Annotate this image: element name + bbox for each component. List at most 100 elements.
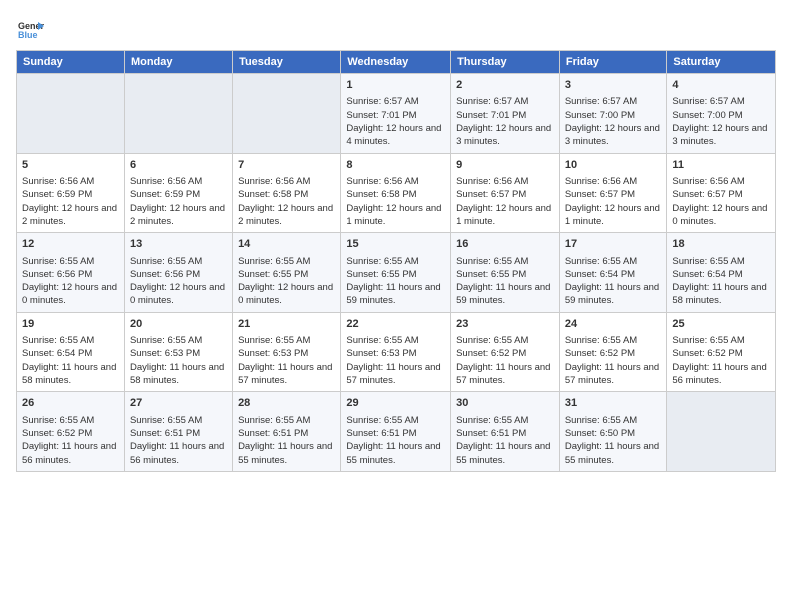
sunset-text: Sunset: 6:54 PM	[22, 347, 119, 360]
daylight-text: Daylight: 11 hours and 59 minutes.	[346, 281, 445, 308]
calendar-cell: 31Sunrise: 6:55 AMSunset: 6:50 PMDayligh…	[559, 392, 667, 472]
sunset-text: Sunset: 7:00 PM	[672, 109, 770, 122]
sunset-text: Sunset: 6:55 PM	[346, 268, 445, 281]
calendar-cell	[124, 74, 232, 154]
calendar-cell: 15Sunrise: 6:55 AMSunset: 6:55 PMDayligh…	[341, 233, 451, 313]
calendar-cell: 26Sunrise: 6:55 AMSunset: 6:52 PMDayligh…	[17, 392, 125, 472]
daylight-text: Daylight: 11 hours and 56 minutes.	[22, 440, 119, 467]
calendar-week-row: 1Sunrise: 6:57 AMSunset: 7:01 PMDaylight…	[17, 74, 776, 154]
sunrise-text: Sunrise: 6:55 AM	[565, 334, 662, 347]
calendar-cell: 20Sunrise: 6:55 AMSunset: 6:53 PMDayligh…	[124, 312, 232, 392]
calendar-cell	[667, 392, 776, 472]
sunset-text: Sunset: 6:54 PM	[565, 268, 662, 281]
daylight-text: Daylight: 11 hours and 58 minutes.	[672, 281, 770, 308]
sunset-text: Sunset: 6:57 PM	[456, 188, 554, 201]
daylight-text: Daylight: 11 hours and 56 minutes.	[130, 440, 227, 467]
calendar-cell: 28Sunrise: 6:55 AMSunset: 6:51 PMDayligh…	[233, 392, 341, 472]
column-header-sunday: Sunday	[17, 51, 125, 74]
sunset-text: Sunset: 6:59 PM	[130, 188, 227, 201]
sunset-text: Sunset: 6:55 PM	[456, 268, 554, 281]
daylight-text: Daylight: 12 hours and 0 minutes.	[672, 202, 770, 229]
daylight-text: Daylight: 12 hours and 3 minutes.	[565, 122, 662, 149]
sunrise-text: Sunrise: 6:55 AM	[238, 414, 335, 427]
daylight-text: Daylight: 11 hours and 55 minutes.	[238, 440, 335, 467]
calendar-cell: 14Sunrise: 6:55 AMSunset: 6:55 PMDayligh…	[233, 233, 341, 313]
calendar-table: SundayMondayTuesdayWednesdayThursdayFrid…	[16, 50, 776, 472]
sunset-text: Sunset: 7:01 PM	[346, 109, 445, 122]
daylight-text: Daylight: 11 hours and 56 minutes.	[672, 361, 770, 388]
sunrise-text: Sunrise: 6:55 AM	[672, 334, 770, 347]
sunrise-text: Sunrise: 6:55 AM	[22, 414, 119, 427]
day-number: 21	[238, 317, 335, 332]
sunrise-text: Sunrise: 6:56 AM	[130, 175, 227, 188]
day-number: 20	[130, 317, 227, 332]
daylight-text: Daylight: 11 hours and 58 minutes.	[22, 361, 119, 388]
sunset-text: Sunset: 6:52 PM	[672, 347, 770, 360]
calendar-cell: 12Sunrise: 6:55 AMSunset: 6:56 PMDayligh…	[17, 233, 125, 313]
daylight-text: Daylight: 11 hours and 55 minutes.	[565, 440, 662, 467]
daylight-text: Daylight: 12 hours and 2 minutes.	[130, 202, 227, 229]
daylight-text: Daylight: 11 hours and 59 minutes.	[456, 281, 554, 308]
calendar-cell: 8Sunrise: 6:56 AMSunset: 6:58 PMDaylight…	[341, 153, 451, 233]
sunset-text: Sunset: 6:53 PM	[130, 347, 227, 360]
calendar-cell: 18 Sunrise: 6:55 AMSunset: 6:54 PMDayligh…	[667, 233, 776, 313]
sunset-text: Sunset: 7:01 PM	[456, 109, 554, 122]
calendar-cell: 21Sunrise: 6:55 AMSunset: 6:53 PMDayligh…	[233, 312, 341, 392]
daylight-text: Daylight: 11 hours and 57 minutes.	[456, 361, 554, 388]
daylight-text: Daylight: 12 hours and 0 minutes.	[22, 281, 119, 308]
calendar-cell: 17Sunrise: 6:55 AMSunset: 6:54 PMDayligh…	[559, 233, 667, 313]
daylight-text: Daylight: 12 hours and 0 minutes.	[238, 281, 335, 308]
daylight-text: Daylight: 12 hours and 0 minutes.	[130, 281, 227, 308]
daylight-text: Daylight: 11 hours and 59 minutes.	[565, 281, 662, 308]
sunrise-text: Sunrise: 6:56 AM	[238, 175, 335, 188]
daylight-text: Daylight: 12 hours and 2 minutes.	[22, 202, 119, 229]
calendar-cell: 19Sunrise: 6:55 AMSunset: 6:54 PMDayligh…	[17, 312, 125, 392]
sunrise-text: Sunrise: 6:55 AM	[672, 255, 770, 268]
day-number: 24	[565, 317, 662, 332]
day-number: 17	[565, 237, 662, 252]
calendar-header-row: SundayMondayTuesdayWednesdayThursdayFrid…	[17, 51, 776, 74]
sunrise-text: Sunrise: 6:55 AM	[456, 255, 554, 268]
sunrise-text: Sunrise: 6:56 AM	[672, 175, 770, 188]
calendar-cell: 5Sunrise: 6:56 AMSunset: 6:59 PMDaylight…	[17, 153, 125, 233]
day-number: 14	[238, 237, 335, 252]
day-number: 29	[346, 396, 445, 411]
sunset-text: Sunset: 6:51 PM	[238, 427, 335, 440]
day-number: 11	[672, 158, 770, 173]
calendar-cell: 16Sunrise: 6:55 AMSunset: 6:55 PMDayligh…	[451, 233, 560, 313]
daylight-text: Daylight: 12 hours and 1 minute.	[565, 202, 662, 229]
day-number: 25	[672, 317, 770, 332]
calendar-cell: 6Sunrise: 6:56 AMSunset: 6:59 PMDaylight…	[124, 153, 232, 233]
day-number: 2	[456, 78, 554, 93]
calendar-cell: 4Sunrise: 6:57 AMSunset: 7:00 PMDaylight…	[667, 74, 776, 154]
day-number: 23	[456, 317, 554, 332]
sunrise-text: Sunrise: 6:55 AM	[238, 334, 335, 347]
day-number: 10	[565, 158, 662, 173]
column-header-wednesday: Wednesday	[341, 51, 451, 74]
logo: General Blue	[16, 16, 48, 44]
calendar-cell: 23Sunrise: 6:55 AMSunset: 6:52 PMDayligh…	[451, 312, 560, 392]
sunset-text: Sunset: 6:51 PM	[456, 427, 554, 440]
sunrise-text: Sunrise: 6:57 AM	[456, 95, 554, 108]
sunset-text: Sunset: 6:53 PM	[238, 347, 335, 360]
calendar-week-row: 19Sunrise: 6:55 AMSunset: 6:54 PMDayligh…	[17, 312, 776, 392]
day-number: 19	[22, 317, 119, 332]
day-number: 4	[672, 78, 770, 93]
sunrise-text: Sunrise: 6:57 AM	[672, 95, 770, 108]
day-number: 13	[130, 237, 227, 252]
daylight-text: Daylight: 11 hours and 58 minutes.	[130, 361, 227, 388]
day-number: 18	[672, 237, 770, 252]
calendar-cell: 3Sunrise: 6:57 AMSunset: 7:00 PMDaylight…	[559, 74, 667, 154]
day-number: 31	[565, 396, 662, 411]
day-number: 22	[346, 317, 445, 332]
day-number: 26	[22, 396, 119, 411]
day-number: 9	[456, 158, 554, 173]
logo-icon: General Blue	[16, 16, 44, 44]
sunset-text: Sunset: 6:57 PM	[672, 188, 770, 201]
daylight-text: Daylight: 12 hours and 3 minutes.	[456, 122, 554, 149]
day-number: 15	[346, 237, 445, 252]
sunrise-text: Sunrise: 6:56 AM	[565, 175, 662, 188]
sunset-text: Sunset: 6:54 PM	[672, 268, 770, 281]
sunset-text: Sunset: 6:58 PM	[346, 188, 445, 201]
calendar-cell: 29Sunrise: 6:55 AMSunset: 6:51 PMDayligh…	[341, 392, 451, 472]
